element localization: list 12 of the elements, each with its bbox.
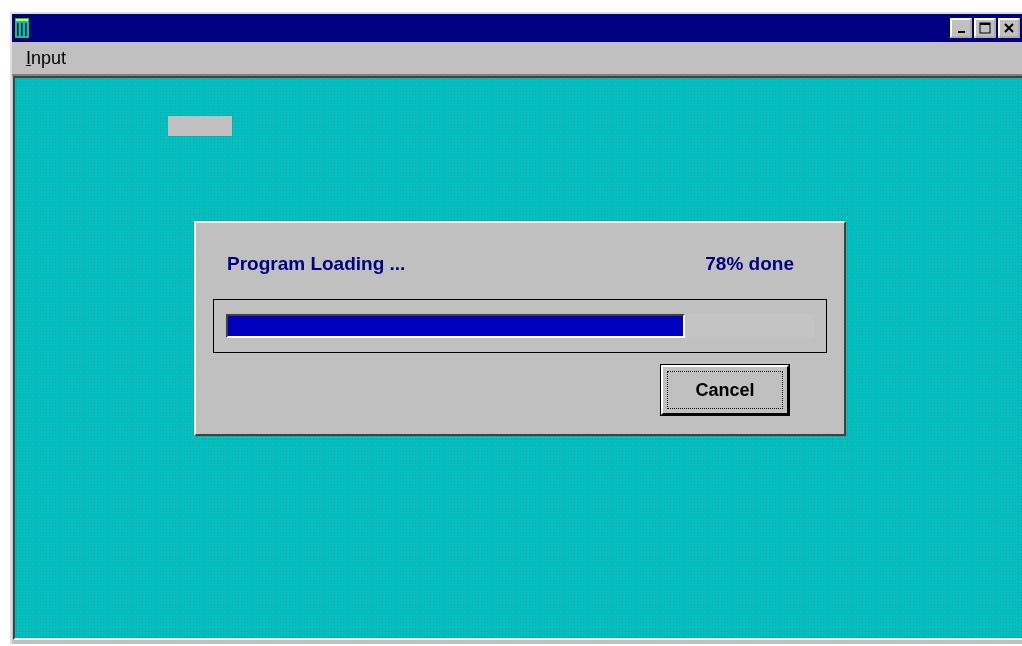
close-button[interactable] <box>998 18 1020 38</box>
menu-item[interactable]: Input <box>24 47 69 69</box>
percent-text: 78% done <box>705 253 794 275</box>
loading-message: Program Loading ... <box>227 253 406 275</box>
close-icon <box>1003 22 1015 34</box>
blank-panel <box>168 116 232 136</box>
minimize-icon <box>957 31 965 33</box>
app-icon <box>14 17 30 39</box>
cancel-button[interactable]: Cancel <box>661 365 789 415</box>
minimize-button[interactable] <box>950 18 972 38</box>
maximize-button[interactable] <box>974 18 996 38</box>
maximize-icon <box>979 22 991 34</box>
